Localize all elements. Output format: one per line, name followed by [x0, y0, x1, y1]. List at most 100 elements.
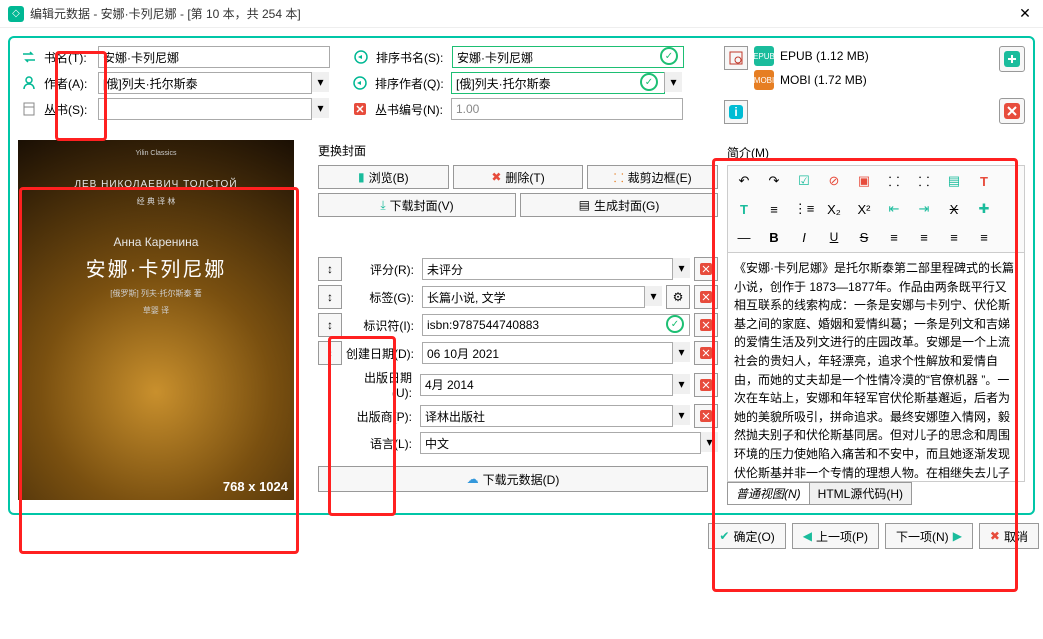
next-button[interactable]: 下一项(N)▶: [885, 523, 973, 549]
paste-plain-icon[interactable]: ▤: [942, 170, 966, 192]
indent-less-icon[interactable]: ⇤: [882, 198, 906, 220]
clear-rating-button[interactable]: [694, 257, 718, 281]
bold-icon[interactable]: B: [762, 226, 786, 248]
redo-icon[interactable]: ↷: [762, 170, 786, 192]
label-ids: 标识符(I):: [346, 317, 418, 334]
language-dropdown[interactable]: ▾: [700, 432, 718, 452]
strike-icon[interactable]: X: [942, 198, 966, 220]
title-input[interactable]: [98, 46, 330, 68]
clear-series-icon[interactable]: [349, 98, 371, 120]
label-series: 丛书(S):: [44, 101, 94, 118]
superscript-icon[interactable]: X²: [852, 198, 876, 220]
clear-ids-button[interactable]: [694, 313, 718, 337]
window-title: 编辑元数据 - 安娜·卡列尼娜 - [第 10 本，共 254 本]: [30, 5, 1015, 22]
clear-publisher-button[interactable]: [694, 404, 718, 428]
ids-input[interactable]: [422, 314, 690, 336]
sort-author-dropdown[interactable]: ▾: [664, 72, 682, 92]
align-left-icon[interactable]: ≡: [882, 226, 906, 248]
align-justify-icon[interactable]: ≡: [972, 226, 996, 248]
date-dropdown[interactable]: ▾: [672, 342, 690, 362]
svg-text:i: i: [734, 105, 737, 119]
author-dropdown[interactable]: ▾: [311, 72, 329, 92]
undo-icon[interactable]: ↶: [732, 170, 756, 192]
tags-edit-button[interactable]: ⚙: [666, 285, 690, 309]
author-input[interactable]: [98, 72, 312, 94]
tags-dropdown[interactable]: ▾: [644, 286, 662, 306]
publisher-input[interactable]: [420, 405, 673, 427]
label-title: 书名(T):: [44, 49, 94, 66]
series-index-input[interactable]: [451, 98, 683, 120]
info-button[interactable]: i: [724, 100, 748, 124]
add-format-button[interactable]: [999, 46, 1025, 72]
window-close-button[interactable]: ✕: [1015, 5, 1035, 22]
series-icon[interactable]: [18, 98, 40, 120]
swap-title-icon[interactable]: [18, 46, 40, 68]
tags-input[interactable]: [422, 286, 645, 308]
prev-button[interactable]: ◀上一项(P): [792, 523, 879, 549]
comments-text[interactable]: 《安娜·卡列尼娜》是托尔斯泰第二部里程碑式的长篇小说，创作于 1873—1877…: [727, 252, 1025, 482]
series-input[interactable]: [98, 98, 312, 120]
label-tags: 标签(G):: [346, 289, 418, 306]
clear-tags-button[interactable]: [694, 285, 718, 309]
auto-sort-title-icon[interactable]: [350, 46, 372, 68]
date-input[interactable]: [422, 342, 673, 364]
align-right-icon[interactable]: ≡: [942, 226, 966, 248]
select-all-icon[interactable]: ☑: [792, 170, 816, 192]
label-pubdate: 出版日期 (U):: [344, 369, 416, 400]
strikethrough-icon[interactable]: S: [852, 226, 876, 248]
link-icon[interactable]: ✚: [972, 198, 996, 220]
bg-color-icon[interactable]: T: [732, 198, 756, 220]
cover-rus-title: Анна Каренина: [18, 235, 294, 249]
copy-icon[interactable]: ▣: [852, 170, 876, 192]
series-dropdown[interactable]: ▾: [311, 98, 329, 118]
cancel-button[interactable]: ✖取消: [979, 523, 1039, 549]
ok-button[interactable]: ✔确定(O): [708, 523, 785, 549]
clear-date-button[interactable]: [694, 341, 718, 365]
cut-icon[interactable]: ⸬: [882, 170, 906, 192]
trim-cover-button[interactable]: ⸬裁剪边框(E): [587, 165, 718, 189]
remove-format-button[interactable]: [999, 98, 1025, 124]
language-input[interactable]: [420, 432, 701, 454]
delete-cover-button[interactable]: ✖删除(T): [453, 165, 584, 189]
italic-icon[interactable]: I: [792, 226, 816, 248]
cover-tag: 经 典 译 林: [18, 196, 294, 207]
format-row[interactable]: EPUB EPUB (1.12 MB): [754, 46, 993, 66]
rating-aux-button[interactable]: ↕: [318, 257, 342, 281]
remove-format-icon[interactable]: ⊘: [822, 170, 846, 192]
format-row[interactable]: MOBI MOBI (1.72 MB): [754, 70, 993, 90]
cover-image[interactable]: Yilin Classics ЛЕВ НИКОЛАЕВИЧ ТОЛСТОЙ 经 …: [18, 140, 294, 500]
clear-pubdate-button[interactable]: [694, 373, 718, 397]
align-center-icon[interactable]: ≡: [912, 226, 936, 248]
rating-dropdown[interactable]: ▾: [672, 258, 690, 278]
paste-isbn-button[interactable]: [724, 46, 748, 70]
author-manage-icon[interactable]: [18, 72, 40, 94]
text-color-icon[interactable]: T: [972, 170, 996, 192]
publisher-dropdown[interactable]: ▾: [672, 405, 690, 425]
generate-cover-button[interactable]: ▤生成封面(G): [520, 193, 718, 217]
indent-more-icon[interactable]: ⇥: [912, 198, 936, 220]
list-ul-icon[interactable]: ⋮≡: [792, 198, 816, 220]
label-language: 语言(L):: [344, 435, 416, 452]
tab-html-source[interactable]: HTML源代码(H): [809, 482, 912, 505]
paste-icon[interactable]: ⸬: [912, 170, 936, 192]
browse-cover-button[interactable]: ▮浏览(B): [318, 165, 449, 189]
subscript-icon[interactable]: X₂: [822, 198, 846, 220]
hr-icon[interactable]: —: [732, 226, 756, 248]
ids-aux-button[interactable]: ↕: [318, 313, 342, 337]
rating-input[interactable]: [422, 258, 673, 280]
sort-author-input[interactable]: [451, 72, 665, 94]
sort-title-input[interactable]: [452, 46, 684, 68]
auto-sort-author-icon[interactable]: [349, 72, 371, 94]
app-logo-icon: ◇: [8, 6, 24, 22]
download-metadata-button[interactable]: ☁下载元数据(D): [318, 466, 708, 492]
download-cover-button[interactable]: ⤓下载封面(V): [318, 193, 516, 217]
date-aux-button[interactable]: ↕: [318, 341, 342, 365]
underline-icon[interactable]: U: [822, 226, 846, 248]
tags-aux-button[interactable]: ↕: [318, 285, 342, 309]
label-author: 作者(A):: [44, 75, 94, 92]
pubdate-input[interactable]: [420, 374, 673, 396]
list-ol-icon[interactable]: ≡: [762, 198, 786, 220]
tab-normal-view[interactable]: 普通视图(N): [727, 482, 810, 505]
pubdate-dropdown[interactable]: ▾: [672, 374, 690, 394]
format-label: EPUB (1.12 MB): [780, 49, 869, 63]
